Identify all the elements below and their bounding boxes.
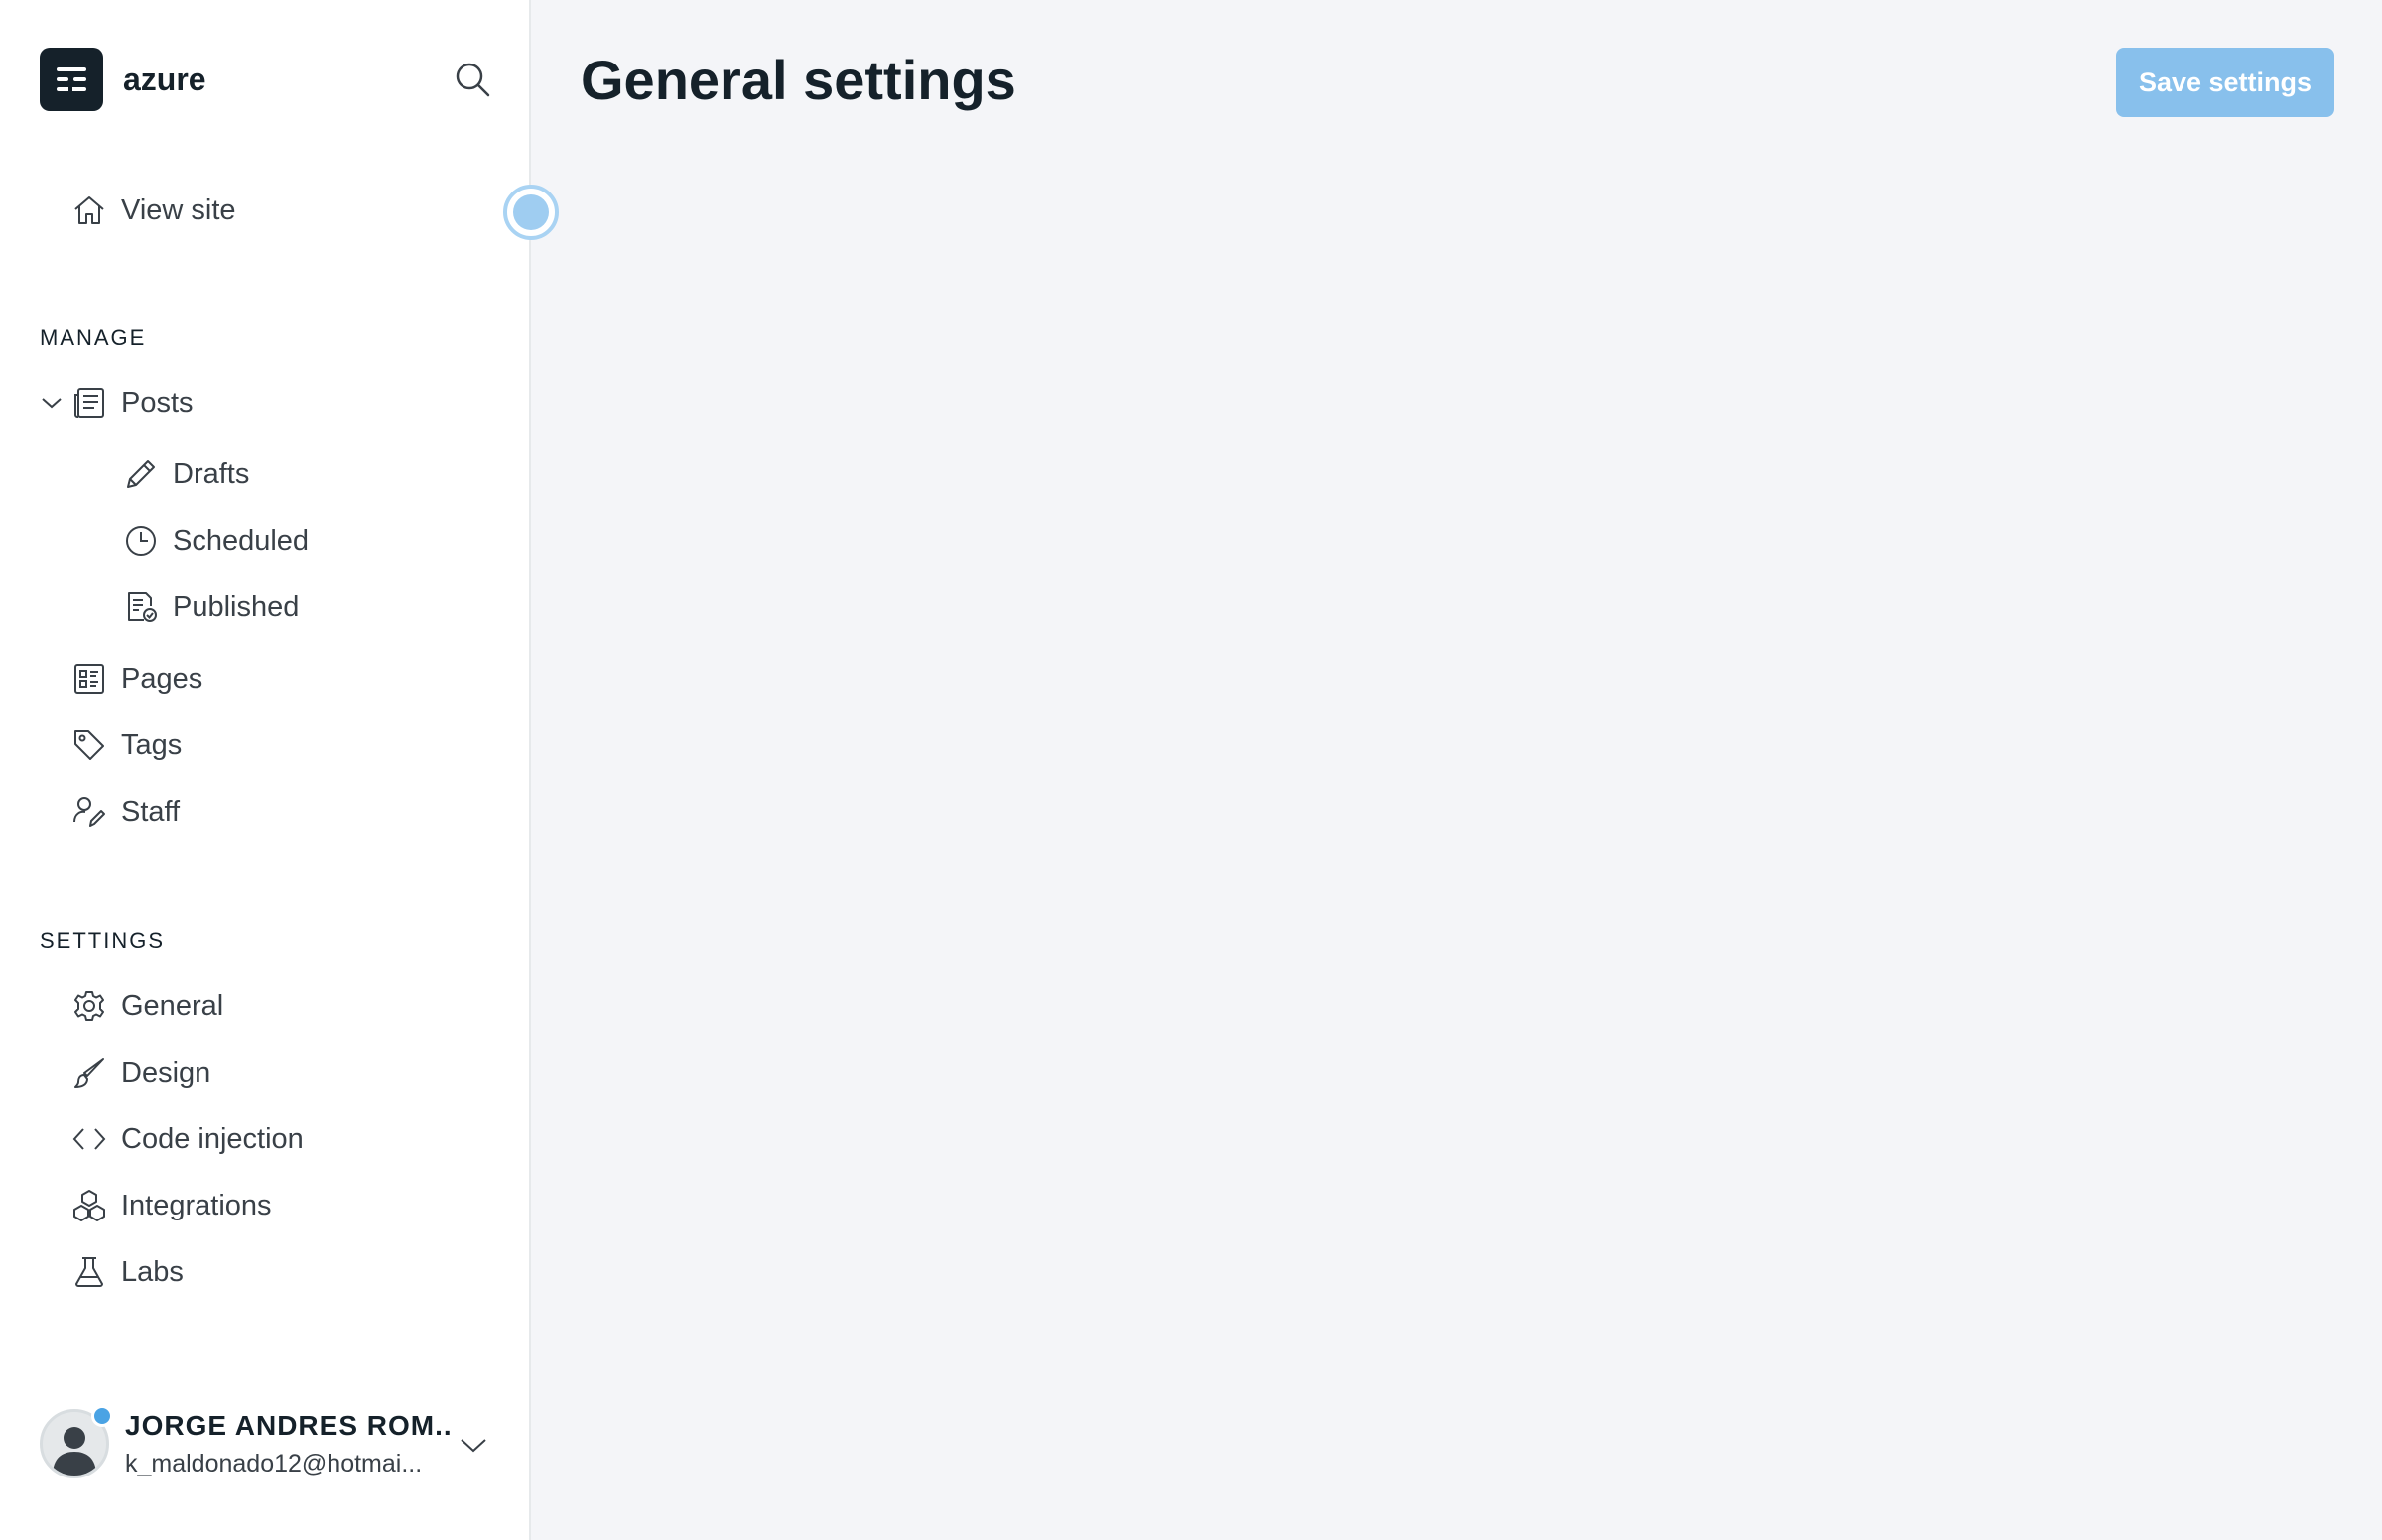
nav-drafts[interactable]: Drafts <box>40 446 489 503</box>
nav-general[interactable]: General <box>40 977 489 1035</box>
nav-general-label: General <box>121 989 224 1022</box>
nav-integrations[interactable]: Integrations <box>40 1177 489 1234</box>
nav-posts[interactable]: Posts <box>40 374 489 432</box>
loading-indicator <box>503 185 559 240</box>
nav-published-label: Published <box>173 590 300 623</box>
gear-icon <box>69 986 109 1026</box>
nav-staff[interactable]: Staff <box>40 783 489 840</box>
nav-staff-label: Staff <box>121 795 181 828</box>
nav-tags[interactable]: Tags <box>40 716 489 774</box>
chevron-down-icon[interactable] <box>458 1429 489 1461</box>
main-content: General settings Save settings <box>531 0 2382 1540</box>
status-badge <box>91 1405 113 1427</box>
chevron-down-icon[interactable] <box>40 388 64 418</box>
nav-pages-label: Pages <box>121 662 203 695</box>
nav-view-site[interactable]: View site <box>40 182 489 239</box>
section-title-manage: MANAGE <box>40 325 147 350</box>
nav-scheduled-label: Scheduled <box>173 524 310 557</box>
nav-pages[interactable]: Pages <box>40 650 489 707</box>
code-icon <box>69 1119 109 1159</box>
nav-drafts-label: Drafts <box>173 457 250 490</box>
search-icon[interactable] <box>453 60 492 99</box>
user-email: k_maldonado12@hotmai... <box>125 1449 423 1477</box>
nav-labs-label: Labs <box>121 1255 184 1288</box>
nav-design-label: Design <box>121 1056 211 1089</box>
user-name: JORGE ANDRES ROM... <box>125 1409 453 1441</box>
brand[interactable]: azure <box>40 48 206 111</box>
brand-name: azure <box>123 61 206 97</box>
section-title-settings: SETTINGS <box>40 928 166 953</box>
tag-icon <box>69 725 109 765</box>
pages-icon <box>69 659 109 699</box>
brand-logo-icon <box>40 48 103 111</box>
user-menu[interactable]: JORGE ANDRES ROM... k_maldonado12@hotmai… <box>40 1399 489 1488</box>
nav-posts-label: Posts <box>121 386 194 419</box>
brush-icon <box>69 1053 109 1092</box>
staff-icon <box>69 792 109 832</box>
nav-integrations-label: Integrations <box>121 1189 272 1221</box>
page-title: General settings <box>581 49 1016 111</box>
sidebar: azure View site MANAGE Posts Drafts Sche… <box>0 0 531 1540</box>
posts-icon <box>69 383 109 423</box>
nav-view-site-label: View site <box>121 193 236 226</box>
home-icon <box>69 191 109 230</box>
save-settings-button[interactable]: Save settings <box>2116 48 2334 117</box>
flask-icon <box>69 1252 109 1292</box>
nav-scheduled[interactable]: Scheduled <box>40 512 489 570</box>
app-root: azure View site MANAGE Posts Drafts Sche… <box>0 0 2382 1540</box>
nav-published[interactable]: Published <box>40 578 489 636</box>
nav-labs[interactable]: Labs <box>40 1243 489 1301</box>
nav-design[interactable]: Design <box>40 1044 489 1101</box>
document-check-icon <box>121 587 161 627</box>
clock-icon <box>121 521 161 561</box>
loading-dot <box>513 194 549 230</box>
nav-code-injection[interactable]: Code injection <box>40 1110 489 1168</box>
cubes-icon <box>69 1186 109 1225</box>
nav-tags-label: Tags <box>121 728 183 761</box>
pencil-icon <box>121 454 161 494</box>
nav-code-injection-label: Code injection <box>121 1122 304 1155</box>
